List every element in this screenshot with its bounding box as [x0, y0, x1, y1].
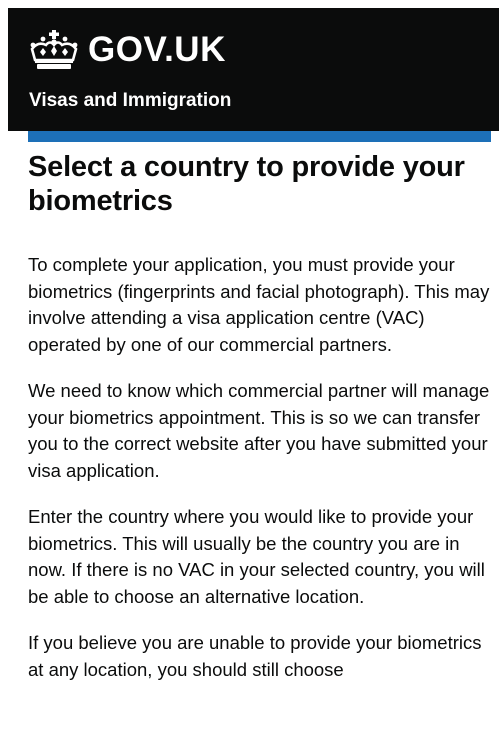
paragraph-unable-to-provide: If you believe you are unable to provide… — [28, 632, 482, 680]
paragraph-biometrics-intro: To complete your application, you must p… — [28, 254, 490, 355]
page-top-edge — [0, 0, 499, 8]
header-accent-bar — [28, 131, 491, 142]
paragraph-enter-country: Enter the country where you would like t… — [28, 506, 485, 607]
service-name-link[interactable]: Visas and Immigration — [29, 90, 231, 112]
site-header: GOV.UK Visas and Immigration — [8, 8, 499, 131]
crown-icon — [30, 30, 78, 69]
main-content: Select a country to provide your biometr… — [28, 150, 494, 703]
paragraph-commercial-partner: We need to know which commercial partner… — [28, 380, 490, 481]
govuk-logo-link[interactable]: GOV.UK — [28, 30, 226, 70]
page-title: Select a country to provide your biometr… — [28, 151, 465, 217]
govuk-logo-text: GOV.UK — [88, 30, 226, 69]
